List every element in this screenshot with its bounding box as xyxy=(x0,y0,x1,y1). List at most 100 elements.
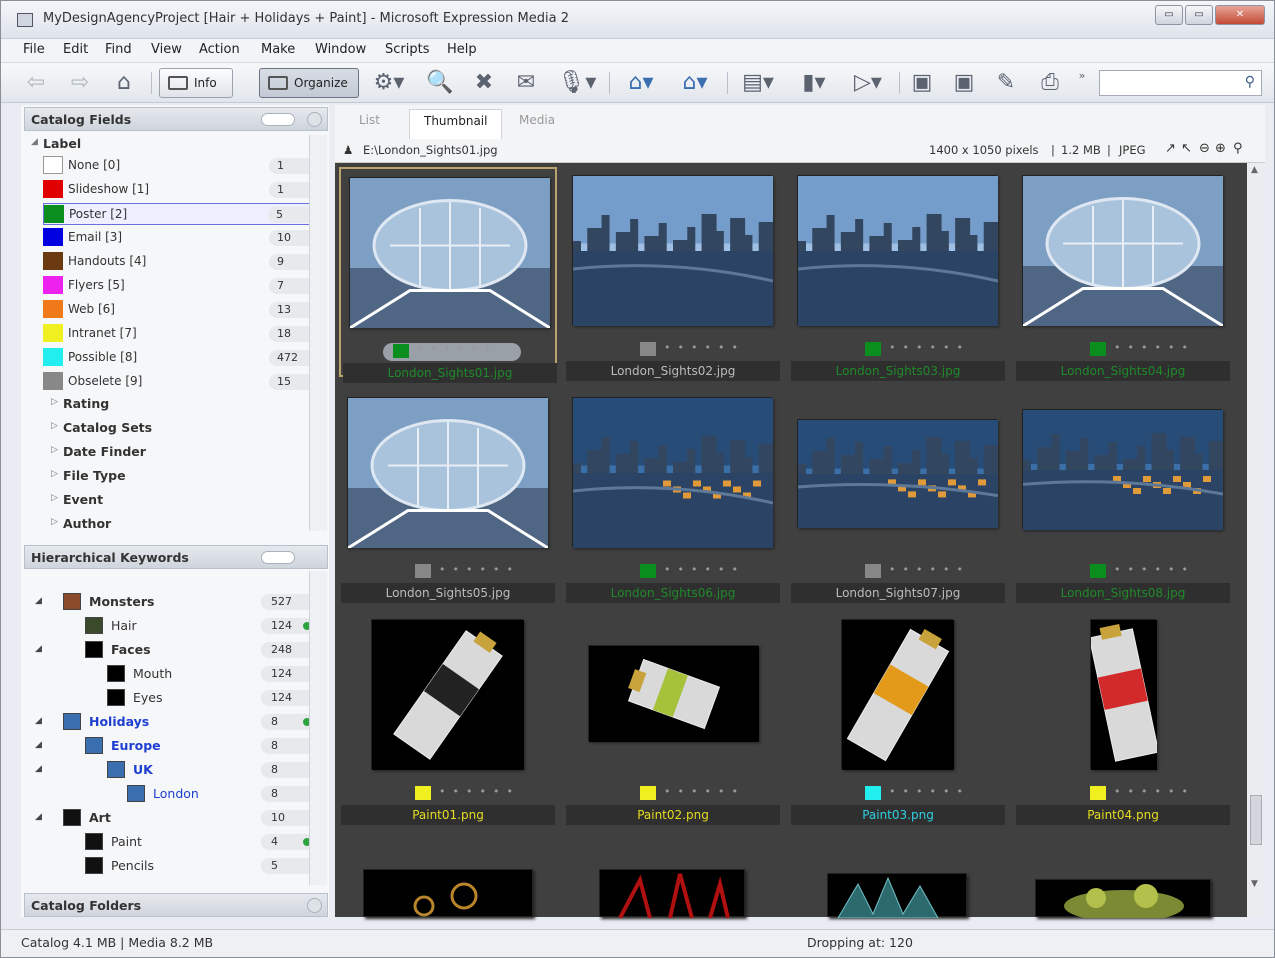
tools-icon[interactable]: ✖ xyxy=(469,68,499,98)
grid-scrollbar[interactable]: ▲ ▼ xyxy=(1247,163,1265,917)
scroll-thumb[interactable] xyxy=(1250,795,1262,845)
export-icon[interactable]: ⌂▾ xyxy=(671,68,719,98)
thumbnail-image[interactable] xyxy=(363,869,533,917)
info-button[interactable]: Info xyxy=(159,68,233,98)
bar-chart-icon[interactable]: ▮▾ xyxy=(789,68,839,98)
thumbnail-cell[interactable]: •••••• Paint03.png xyxy=(789,611,1007,825)
rating-stars[interactable]: •••••• xyxy=(1064,341,1204,359)
rating-stars[interactable]: •••••• xyxy=(1064,563,1204,581)
rotate-back-icon[interactable]: ↖ xyxy=(1181,141,1192,156)
field-section[interactable]: ▷ Author xyxy=(43,513,325,535)
more-toolbar-button[interactable]: » xyxy=(1075,68,1089,98)
search-icon[interactable]: ⚲ xyxy=(1245,74,1255,90)
field-section[interactable]: ▷ File Type xyxy=(43,465,325,487)
catalog-fields-scrollbar[interactable] xyxy=(309,135,327,531)
expand-arrow-icon[interactable]: ◢ xyxy=(35,596,42,606)
keyword-item[interactable]: Pencils 5 xyxy=(23,855,319,877)
thumbnail-cell[interactable]: •••••• London_Sights02.jpg xyxy=(564,167,782,381)
find-document-icon[interactable]: 🔍 xyxy=(425,68,455,98)
expand-arrow-icon[interactable]: ◢ xyxy=(35,764,42,774)
expand-arrow-icon[interactable]: ◢ xyxy=(35,740,42,750)
rating-stars[interactable]: •••••• xyxy=(839,785,979,803)
zoom-out-icon[interactable]: ⊖ xyxy=(1199,141,1210,156)
thumbnail-cell[interactable]: •••••• Paint04.png xyxy=(1014,611,1232,825)
thumbnail-cell[interactable]: •••••• Paint02.png xyxy=(564,611,782,825)
keyword-item[interactable]: ◢ Monsters 527 xyxy=(23,591,319,613)
tab-media[interactable]: Media xyxy=(519,113,555,127)
label-item[interactable]: Flyers [5] 7 xyxy=(43,275,325,297)
scroll-down-icon[interactable]: ▼ xyxy=(1251,879,1258,889)
label-item[interactable]: Slideshow [1] 1 xyxy=(43,179,325,201)
magnify-icon[interactable]: ⚲ xyxy=(1233,141,1243,156)
rating-stars[interactable]: •••••• xyxy=(383,343,521,361)
field-section[interactable]: ▷ Catalog Sets xyxy=(43,417,325,439)
label-section[interactable]: ◢ Label xyxy=(23,133,305,155)
thumbnail-cell[interactable]: •••••• London_Sights05.jpg xyxy=(339,389,557,603)
tab-list[interactable]: List xyxy=(359,113,380,127)
keyword-item[interactable]: Paint 4 xyxy=(23,831,319,853)
label-chip[interactable] xyxy=(640,342,656,356)
rating-stars[interactable]: •••••• xyxy=(839,563,979,581)
keyword-item[interactable]: ◢ Europe 8 xyxy=(23,735,319,757)
thumbnail-image[interactable] xyxy=(371,619,524,770)
thumbnail-image[interactable] xyxy=(572,175,774,326)
home-icon[interactable]: ⌂ xyxy=(107,68,141,98)
label-item[interactable]: Poster [2] 5 xyxy=(43,203,325,225)
label-item[interactable]: Possible [8] 472 xyxy=(43,347,325,369)
menu-file[interactable]: File xyxy=(23,42,45,57)
expand-arrow-icon[interactable]: ◢ xyxy=(35,812,42,822)
rating-stars[interactable]: •••••• xyxy=(389,563,529,581)
expand-arrow-icon[interactable]: ◢ xyxy=(35,644,42,654)
maximize-button[interactable]: ▭ xyxy=(1185,5,1213,25)
rating-stars[interactable]: •••••• xyxy=(614,341,754,359)
thumbnail-image[interactable] xyxy=(347,397,549,550)
keyword-item[interactable]: ◢ UK 8 xyxy=(23,759,319,781)
field-section[interactable]: ▷ Date Finder xyxy=(43,441,325,463)
keyword-item[interactable]: Hair 124 xyxy=(23,615,319,637)
thumbnail-image[interactable] xyxy=(797,175,999,326)
thumbnail-image[interactable] xyxy=(599,869,745,919)
play-icon[interactable]: ▷▾ xyxy=(843,68,893,98)
keyword-item[interactable]: Eyes 124 xyxy=(23,687,319,709)
rating-stars[interactable]: •••••• xyxy=(1064,785,1204,803)
thumbnail-image[interactable] xyxy=(588,645,759,742)
tab-thumbnail[interactable]: Thumbnail xyxy=(409,109,503,139)
panel-close-icon[interactable] xyxy=(307,112,322,127)
rating-stars[interactable]: •••••• xyxy=(389,785,529,803)
thumbnail-cell[interactable]: •••••• London_Sights08.jpg xyxy=(1014,389,1232,603)
thumbnail-cell[interactable]: •••••• London_Sights04.jpg xyxy=(1014,167,1232,381)
rotate-icon[interactable]: ↗ xyxy=(1165,141,1176,156)
label-chip[interactable] xyxy=(1090,342,1106,356)
menu-view[interactable]: View xyxy=(151,42,182,57)
thumbnail-image[interactable] xyxy=(572,397,774,548)
label-chip[interactable] xyxy=(415,786,431,800)
thumbnail-image[interactable] xyxy=(1035,879,1211,922)
field-section[interactable]: ▷ Event xyxy=(43,489,325,511)
menu-action[interactable]: Action xyxy=(199,42,240,57)
rating-stars[interactable]: •••••• xyxy=(839,341,979,359)
keyword-item[interactable]: ◢ Faces 248 xyxy=(23,639,319,661)
contact-sheet-icon[interactable]: ▣ xyxy=(907,68,937,98)
label-chip[interactable] xyxy=(640,564,656,578)
menu-find[interactable]: Find xyxy=(105,42,132,57)
label-item[interactable]: Web [6] 13 xyxy=(43,299,325,321)
import-icon[interactable]: ⌂▾ xyxy=(617,68,665,98)
thumbnail-image[interactable] xyxy=(841,619,954,770)
keyword-item[interactable]: Mouth 124 xyxy=(23,663,319,685)
close-button[interactable]: ✕ xyxy=(1215,5,1265,25)
thumbnail-image[interactable] xyxy=(1022,409,1224,530)
label-item[interactable]: None [0] 1 xyxy=(43,155,325,177)
rating-stars[interactable]: •••••• xyxy=(614,563,754,581)
catalog-folders-header[interactable]: Catalog Folders xyxy=(24,893,328,917)
panel-toggle[interactable] xyxy=(261,113,295,126)
expand-arrow-icon[interactable]: ◢ xyxy=(35,716,42,726)
menu-scripts[interactable]: Scripts xyxy=(385,42,429,57)
menu-edit[interactable]: Edit xyxy=(63,42,88,57)
panel-toggle[interactable] xyxy=(261,551,295,564)
label-chip[interactable] xyxy=(415,564,431,578)
menu-help[interactable]: Help xyxy=(447,42,477,57)
microphone-icon[interactable]: 🎙▾ xyxy=(555,68,599,98)
field-section[interactable]: ▷ Rating xyxy=(43,393,325,415)
label-item[interactable]: Handouts [4] 9 xyxy=(43,251,325,273)
zoom-in-icon[interactable]: ⊕ xyxy=(1215,141,1226,156)
